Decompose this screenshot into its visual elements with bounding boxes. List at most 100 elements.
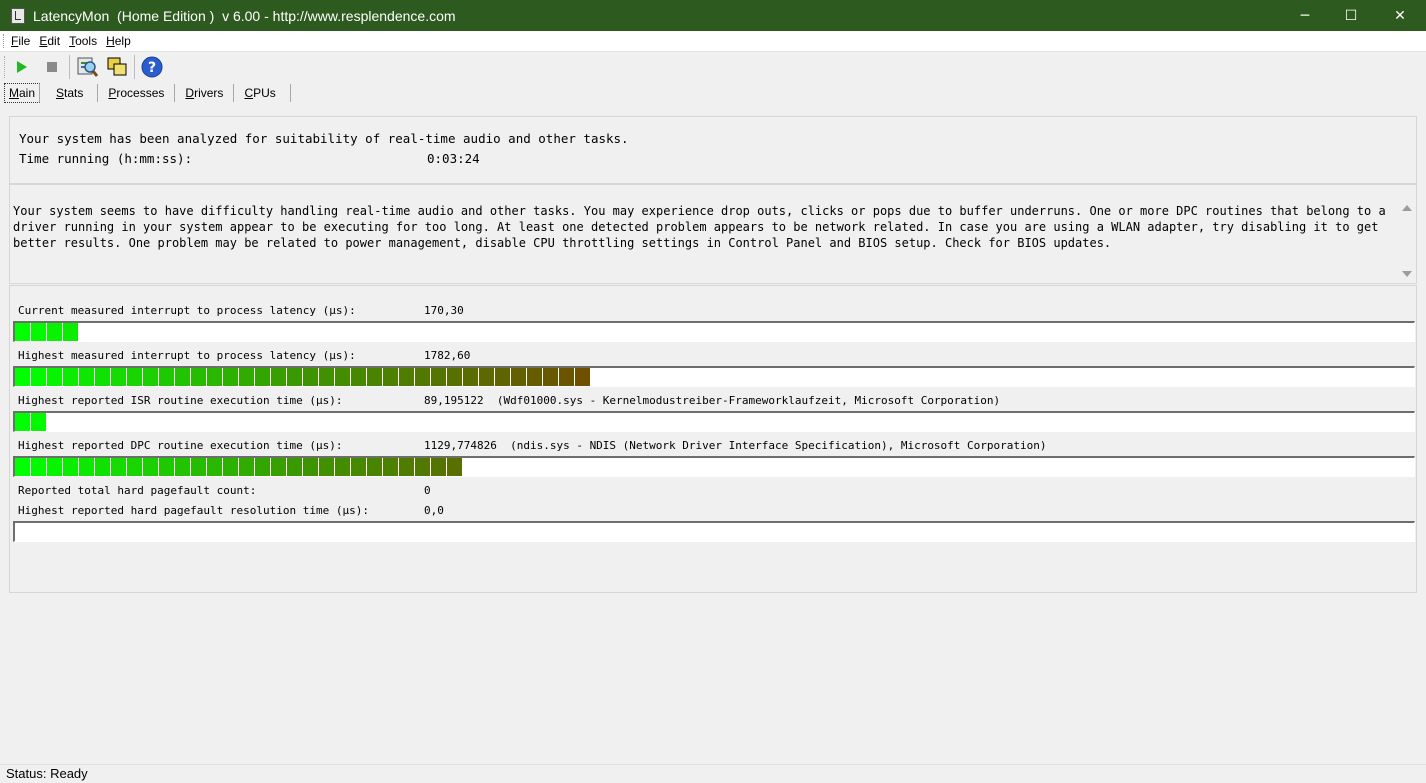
bar-segment [63,323,78,341]
windows-button[interactable] [102,53,132,81]
window-controls: ─ ☐ ✕ [1282,0,1426,31]
bar-segment [447,458,462,476]
time-running-label: Time running (h:mm:ss): [19,151,193,166]
bar-segment [319,368,334,386]
bar-segment [223,368,238,386]
advice-text: Your system seems to have difficulty han… [13,204,1386,250]
window-title: LatencyMon (Home Edition ) v 6.00 - http… [33,7,456,24]
isr-value: 89,195122 (Wdf01000.sys - Kernelmodustre… [424,394,1001,407]
bar-segment [143,368,158,386]
tab-bar: Main Stats Processes Drivers C PUs [0,82,1426,104]
bar-segment [511,368,526,386]
maximize-button[interactable]: ☐ [1328,0,1374,31]
bar-segment [239,458,254,476]
bar-segment [431,368,446,386]
tab-drivers[interactable]: Drivers [175,84,235,102]
bar-segment [415,368,430,386]
bar-segment [31,458,46,476]
windows-icon [107,57,127,76]
bar-segment [271,458,286,476]
bar-segment [207,368,222,386]
tab-processes[interactable]: Processes [98,84,176,102]
bar-segment [191,368,206,386]
bar-segment [399,458,414,476]
toolbar: ? [0,52,1426,82]
bar-segment [175,458,190,476]
scroll-down-icon[interactable] [1402,271,1412,277]
pagefault-count-value: 0 [424,484,431,497]
bar-segment [63,368,78,386]
pagefault-count-label: Reported total hard pagefault count: [18,484,257,497]
bar-segment [159,368,174,386]
bar-segment [575,368,590,386]
metrics-panel: Current measured interrupt to process la… [9,285,1417,593]
bar-segment [399,368,414,386]
app-icon [11,7,25,24]
dpc-value: 1129,774826 (ndis.sys - NDIS (Network Dr… [424,439,1047,452]
highest-latency-label: Highest measured interrupt to process la… [18,349,356,362]
bar-segment [479,368,494,386]
bar-segment [527,368,542,386]
bar-segment [127,368,142,386]
scroll-up-icon[interactable] [1402,205,1412,211]
start-icon [17,61,27,73]
advice-panel: Your system seems to have difficulty han… [9,184,1417,284]
menu-help[interactable]: Help [102,34,136,48]
stop-button[interactable] [37,53,67,81]
pagefault-time-value: 0,0 [424,504,444,517]
bar-segment [447,368,462,386]
start-button[interactable] [7,53,37,81]
bar-segment [383,458,398,476]
bar-segment [351,458,366,476]
help-icon: ? [141,56,163,78]
bar-segment [319,458,334,476]
current-latency-label: Current measured interrupt to process la… [18,304,356,317]
help-button[interactable]: ? [137,53,167,81]
toolbar-separator [69,55,70,79]
toolbar-separator [134,55,135,79]
maximize-icon: ☐ [1344,7,1358,24]
bar-segment [95,368,110,386]
dpc-bar [13,456,1415,477]
bar-segment [47,368,62,386]
highest-latency-bar [13,366,1415,387]
status-bar: Status: Ready [0,764,1426,783]
highest-latency-value: 1782,60 [424,349,471,362]
bar-segment [559,368,574,386]
tab-cpus[interactable]: C PUs [234,84,291,102]
bar-segment [31,323,46,341]
bar-segment [367,368,382,386]
tab-main[interactable]: Main [4,83,41,103]
close-icon: ✕ [1394,7,1406,24]
bar-segment [79,368,94,386]
menu-file[interactable]: File [7,34,35,48]
menu-edit[interactable]: Edit [35,34,65,48]
isr-bar [13,411,1415,432]
stop-icon [47,62,57,72]
summary-panel: Your system has been analyzed for suitab… [9,116,1417,184]
bar-segment [175,368,190,386]
bar-segment [255,458,270,476]
bar-segment [15,413,30,431]
bar-segment [431,458,446,476]
bar-segment [239,368,254,386]
bar-segment [143,458,158,476]
bar-segment [15,323,30,341]
drivers-analyze-icon [77,57,99,77]
bar-segment [79,458,94,476]
bar-segment [367,458,382,476]
bar-segment [351,368,366,386]
drivers-analyze-button[interactable] [72,53,102,81]
bar-segment [223,458,238,476]
bar-segment [543,368,558,386]
bar-segment [111,368,126,386]
bar-segment [15,458,30,476]
minimize-button[interactable]: ─ [1282,0,1328,31]
tab-stats[interactable]: Stats [40,84,99,102]
bar-segment [303,368,318,386]
bar-segment [383,368,398,386]
menu-tools[interactable]: Tools [65,34,102,48]
bar-segment [47,323,62,341]
close-button[interactable]: ✕ [1374,0,1426,31]
summary-line: Your system has been analyzed for suitab… [19,131,629,146]
